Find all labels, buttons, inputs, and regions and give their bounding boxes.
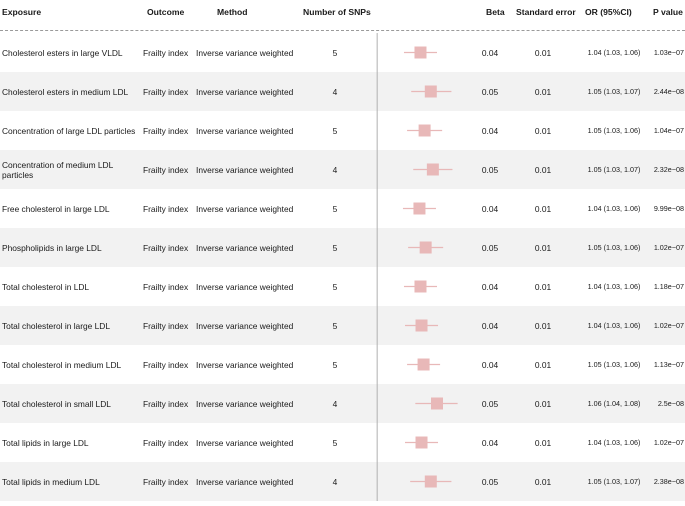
header-method: Method xyxy=(217,7,248,17)
estimate-marker xyxy=(415,436,428,449)
header-p: P value xyxy=(653,7,683,17)
estimate-marker xyxy=(413,202,426,215)
header-se: Standard error xyxy=(516,7,576,17)
header-divider xyxy=(0,30,685,31)
estimate-marker xyxy=(418,124,431,137)
table-header: Exposure Outcome Method Number of SNPs B… xyxy=(0,0,685,30)
estimate-marker xyxy=(430,397,443,410)
header-outcome: Outcome xyxy=(147,7,185,17)
forest-plot xyxy=(376,33,458,501)
estimate-marker xyxy=(424,475,437,488)
estimate-marker xyxy=(419,241,432,254)
header-beta: Beta xyxy=(486,7,505,17)
header-exposure: Exposure xyxy=(2,7,42,17)
estimate-marker xyxy=(417,358,430,371)
estimate-marker xyxy=(426,163,439,176)
estimate-marker xyxy=(414,46,427,59)
header-or: OR (95%CI) xyxy=(585,7,632,17)
estimate-marker xyxy=(414,280,427,293)
estimate-marker xyxy=(424,85,437,98)
estimate-marker xyxy=(415,319,428,332)
header-snps: Number of SNPs xyxy=(303,7,371,17)
